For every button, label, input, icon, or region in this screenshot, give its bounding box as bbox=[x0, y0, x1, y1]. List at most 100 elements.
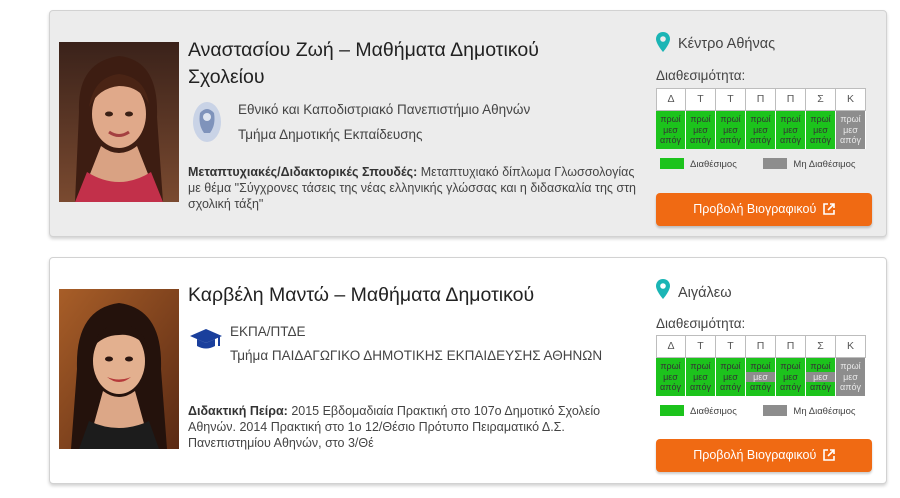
tutor-photo[interactable] bbox=[59, 42, 179, 202]
slot-label: πρωί bbox=[750, 114, 771, 124]
slot-label: πρωί bbox=[690, 114, 711, 124]
unavailable-swatch bbox=[763, 158, 788, 169]
availability-legend: Διαθέσιμος Μη Διαθέσιμος bbox=[660, 405, 856, 417]
slot-label: μεσ bbox=[693, 124, 708, 135]
tutor-card: Αναστασίου Ζωή – Μαθήματα Δημοτικού Σχολ… bbox=[49, 10, 887, 237]
slot-label: απόγ bbox=[780, 135, 801, 145]
slot-label: μεσ bbox=[753, 124, 768, 135]
department-name: Τμήμα Δημοτικής Εκπαίδευσης bbox=[238, 127, 423, 142]
available-swatch bbox=[660, 158, 684, 169]
day-header: Π bbox=[775, 88, 806, 111]
slot-label: απόγ bbox=[750, 135, 771, 145]
day-header: Τ bbox=[685, 335, 716, 358]
slot-label: απόγ bbox=[836, 382, 865, 393]
university-crest-icon bbox=[192, 101, 222, 148]
slot-label: απόγ bbox=[660, 135, 681, 145]
day-slot: πρωί μεσ απόγ bbox=[716, 358, 746, 396]
slot-label: μεσ bbox=[783, 124, 798, 135]
day-header: Κ bbox=[835, 335, 866, 358]
slot-label: απόγ bbox=[720, 135, 741, 145]
day-header: Σ bbox=[805, 88, 836, 111]
slot-label: πρωί bbox=[660, 114, 681, 124]
slot-label: πρωί bbox=[836, 114, 865, 125]
legend-available: Διαθέσιμος bbox=[690, 159, 737, 170]
slot-label: απόγ bbox=[690, 135, 711, 145]
day-slot: πρωί μεσ απόγ bbox=[656, 358, 686, 396]
slot-label: απόγ bbox=[810, 382, 831, 392]
day-slot: πρωί μεσ απόγ bbox=[806, 358, 836, 396]
external-link-icon bbox=[822, 449, 835, 461]
slot-label: απόγ bbox=[690, 382, 711, 392]
slot-label: απόγ bbox=[780, 382, 801, 392]
slot-label: πρωί bbox=[720, 114, 741, 124]
day-slot: πρωί μεσ απόγ bbox=[836, 111, 866, 149]
university-name: Εθνικό και Καποδιστριακό Πανεπιστήμιο Αθ… bbox=[238, 102, 531, 117]
day-header: Κ bbox=[835, 88, 866, 111]
view-cv-button[interactable]: Προβολή Βιογραφικού bbox=[656, 439, 872, 472]
graduation-cap-icon bbox=[190, 327, 222, 358]
day-slot: πρωί μεσ απόγ bbox=[746, 111, 776, 149]
slot-label: απόγ bbox=[810, 135, 831, 145]
day-header: Τ bbox=[685, 88, 716, 111]
day-slot: πρωί μεσ απόγ bbox=[716, 111, 746, 149]
tutor-card: Καρβέλη Μαντώ – Μαθήματα Δημοτικού ΕΚΠΑ/… bbox=[49, 257, 887, 484]
day-slot: πρωί μεσ απόγ bbox=[836, 358, 866, 396]
location-text: Αιγάλεω bbox=[678, 285, 732, 301]
slot-label: απόγ bbox=[750, 382, 771, 392]
slot-label: μεσ bbox=[836, 124, 865, 135]
day-header: Π bbox=[745, 335, 776, 358]
day-slot: πρωί μεσ απόγ bbox=[656, 111, 686, 149]
description-label: Διδακτική Πείρα: bbox=[188, 404, 288, 418]
slot-label: πρωί bbox=[810, 114, 831, 124]
day-header: Σ bbox=[805, 335, 836, 358]
slot-label: μεσ bbox=[813, 124, 828, 135]
slot-label: μεσ bbox=[746, 371, 775, 382]
view-cv-button[interactable]: Προβολή Βιογραφικού bbox=[656, 193, 872, 226]
slot-label: μεσ bbox=[806, 371, 835, 382]
day-slot: πρωί μεσ απόγ bbox=[776, 111, 806, 149]
availability-grid: Δ Τ Τ Π Π Σ Κπρωί μεσ απόγ πρωί μεσ απόγ πρωί μεσ απόγ… bbox=[656, 335, 866, 396]
slot-label: απόγ bbox=[660, 382, 681, 392]
day-header: Τ bbox=[715, 335, 746, 358]
university-name: ΕΚΠΑ/ΠΤΔΕ bbox=[230, 324, 306, 339]
day-header: Π bbox=[745, 88, 776, 111]
slot-label: πρωί bbox=[810, 361, 831, 371]
day-slot: πρωί μεσ απόγ bbox=[806, 111, 836, 149]
view-cv-label: Προβολή Βιογραφικού bbox=[693, 202, 817, 216]
tutor-photo[interactable] bbox=[59, 289, 179, 449]
availability-label: Διαθεσιμότητα: bbox=[656, 68, 746, 83]
slot-label: μεσ bbox=[693, 371, 708, 382]
slot-label: πρωί bbox=[720, 361, 741, 371]
slot-label: πρωί bbox=[750, 361, 771, 371]
day-header: Δ bbox=[656, 335, 686, 358]
tutor-name[interactable]: Αναστασίου Ζωή – Μαθήματα Δημοτικού Σχολ… bbox=[188, 37, 608, 91]
tutor-name[interactable]: Καρβέλη Μαντώ – Μαθήματα Δημοτικού bbox=[188, 282, 608, 309]
day-slot: πρωί μεσ απόγ bbox=[776, 358, 806, 396]
day-header: Δ bbox=[656, 88, 686, 111]
map-marker-icon bbox=[656, 279, 670, 304]
availability-label: Διαθεσιμότητα: bbox=[656, 316, 746, 331]
availability-legend: Διαθέσιμος Μη Διαθέσιμος bbox=[660, 158, 856, 170]
tutor-description: Διδακτική Πείρα: 2015 Εβδομαδιαία Πρακτι… bbox=[188, 403, 643, 451]
availability-grid: Δ Τ Τ Π Π Σ Κπρωί μεσ απόγ πρωί μεσ απόγ πρωί μεσ απόγ… bbox=[656, 88, 866, 149]
day-header: Π bbox=[775, 335, 806, 358]
slot-label: πρωί bbox=[836, 361, 865, 372]
slot-label: πρωί bbox=[780, 361, 801, 371]
map-marker-icon bbox=[656, 32, 670, 57]
slot-label: απόγ bbox=[720, 382, 741, 392]
location-text: Κέντρο Αθήνας bbox=[678, 36, 776, 52]
day-slot: πρωί μεσ απόγ bbox=[746, 358, 776, 396]
slot-label: μεσ bbox=[723, 124, 738, 135]
available-swatch bbox=[660, 405, 684, 416]
external-link-icon bbox=[822, 203, 835, 215]
day-header: Τ bbox=[715, 88, 746, 111]
day-slot: πρωί μεσ απόγ bbox=[686, 111, 716, 149]
slot-label: πρωί bbox=[780, 114, 801, 124]
unavailable-swatch bbox=[763, 405, 788, 416]
legend-unavailable: Μη Διαθέσιμος bbox=[793, 159, 856, 170]
slot-label: απόγ bbox=[836, 135, 865, 146]
legend-unavailable: Μη Διαθέσιμος bbox=[793, 406, 856, 417]
description-label: Μεταπτυχιακές/Διδακτορικές Σπουδές: bbox=[188, 165, 418, 179]
legend-available: Διαθέσιμος bbox=[690, 406, 737, 417]
department-name: Τμήμα ΠΑΙΔΑΓΩΓΙΚΟ ΔΗΜΟΤΙΚΗΣ ΕΚΠΑΙΔΕΥΣΗΣ … bbox=[230, 348, 603, 363]
